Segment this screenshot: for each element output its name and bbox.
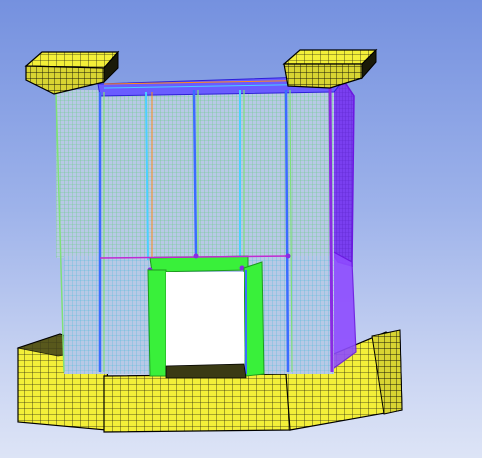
opening-floor-mesh <box>165 363 247 379</box>
top-left-cap-front <box>25 65 105 95</box>
mesh-scene[interactable] <box>0 0 482 458</box>
top-right-cap[interactable] <box>282 48 378 89</box>
top-right-cap-front <box>283 63 363 89</box>
mesh-viewport[interactable] <box>0 0 482 458</box>
top-right-cap-top <box>282 49 378 65</box>
opening-void <box>166 272 244 370</box>
foundation-center-block <box>103 373 291 433</box>
doorway-opening[interactable] <box>165 272 247 379</box>
top-left-cap-top <box>24 51 120 69</box>
opening-left-pillar <box>147 269 167 377</box>
